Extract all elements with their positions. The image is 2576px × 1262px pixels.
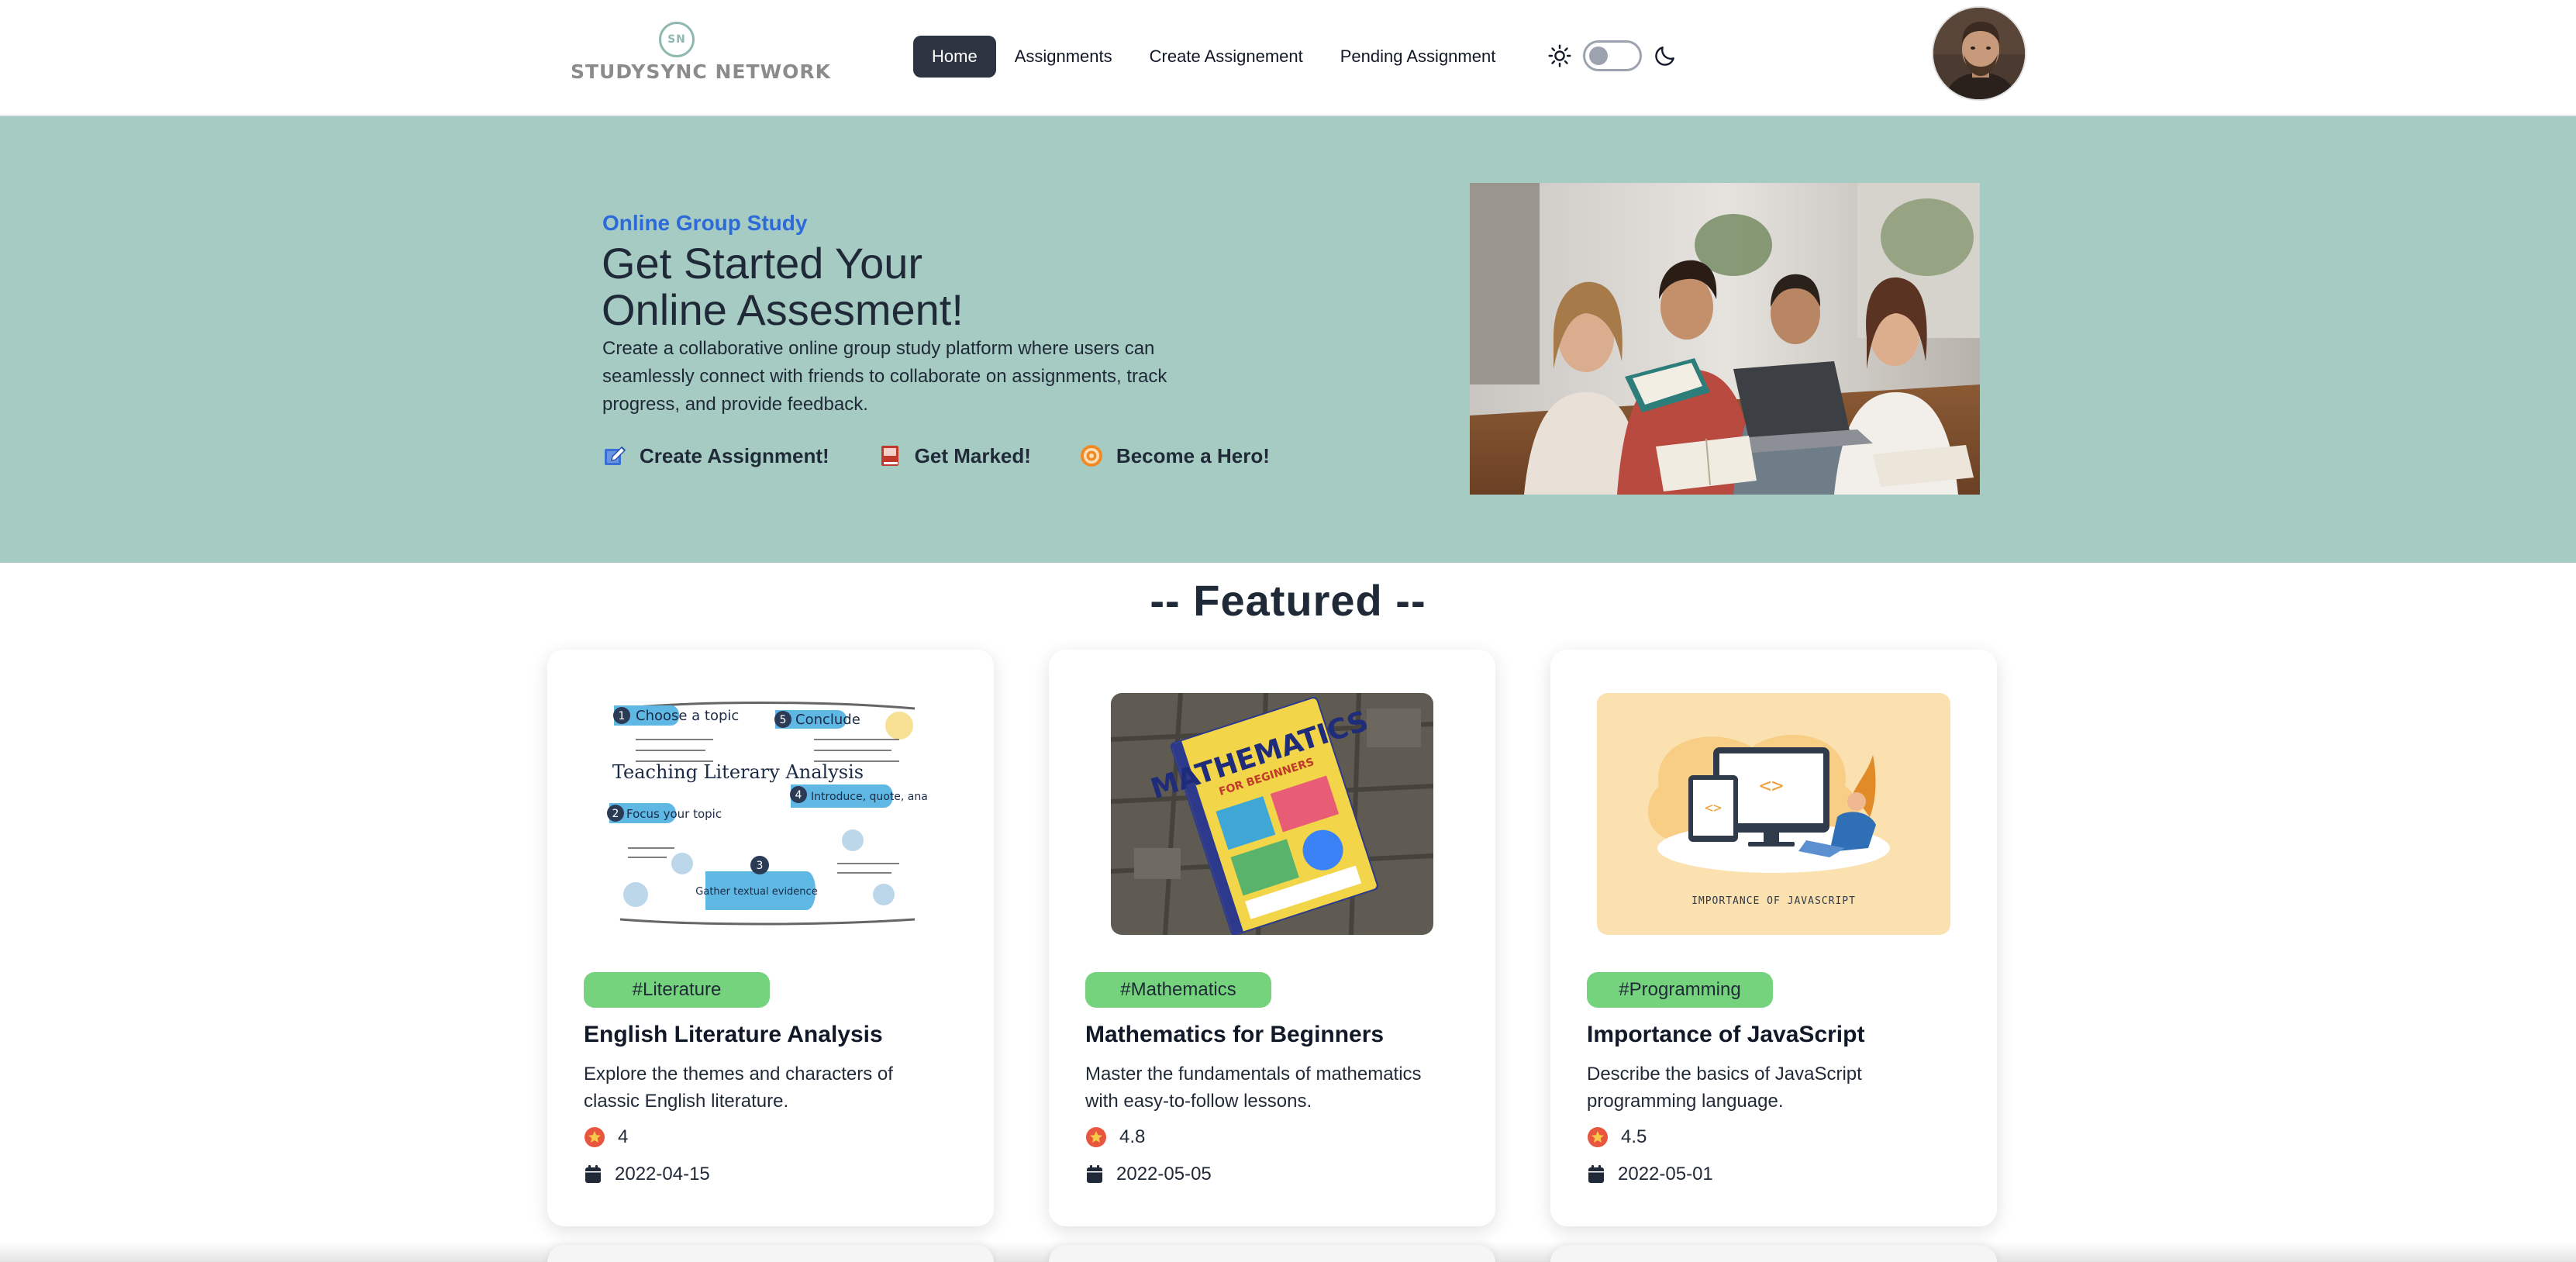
card-tag[interactable]: #Programming bbox=[1587, 972, 1773, 1008]
logo-text: STUDYSYNC NETWORK bbox=[571, 60, 831, 83]
logo-mark: SN bbox=[659, 22, 695, 57]
card-title[interactable]: Mathematics for Beginners bbox=[1085, 1022, 1473, 1048]
svg-text:<>: <> bbox=[1759, 774, 1783, 798]
hero-eyebrow: Online Group Study bbox=[602, 211, 808, 235]
next-card-peek bbox=[1049, 1245, 1495, 1262]
featured-card-programming[interactable]: <> <> IMPORTANCE OF JAVASCRIPT #Programm… bbox=[1550, 650, 1997, 1226]
card-date: 2022-05-01 bbox=[1587, 1163, 1713, 1186]
edit-note-icon bbox=[605, 447, 626, 465]
hero-group-study-photo bbox=[1470, 183, 1980, 495]
featured-card-mathematics[interactable]: MATHEMATICS FOR BEGINNERS #Mathematics M… bbox=[1049, 650, 1495, 1226]
card-tag[interactable]: #Literature bbox=[584, 972, 770, 1008]
js-caption: IMPORTANCE OF JAVASCRIPT bbox=[1691, 895, 1856, 907]
card-image-programming: <> <> IMPORTANCE OF JAVASCRIPT bbox=[1597, 693, 1950, 935]
card-tag[interactable]: #Mathematics bbox=[1085, 972, 1271, 1008]
star-badge-icon bbox=[1086, 1127, 1106, 1147]
hero-action-create-assignment[interactable]: Create Assignment! bbox=[602, 443, 829, 468]
hero-actions: Create Assignment! Get Marked! Become a … bbox=[602, 440, 1318, 471]
featured-heading: -- Featured -- bbox=[1150, 576, 1426, 625]
avatar-image bbox=[1933, 8, 2025, 99]
user-avatar[interactable] bbox=[1932, 6, 2026, 101]
hero-description: Create a collaborative online group stud… bbox=[602, 338, 1167, 415]
literature-label: Introduce, quote, analyze bbox=[811, 791, 927, 803]
card-image-literature: 1 Choose a topic 5 Conclude 2 Focus your… bbox=[605, 693, 927, 935]
calendar-icon bbox=[1588, 1165, 1604, 1183]
svg-text:1: 1 bbox=[619, 710, 626, 722]
hero-action-label: Create Assignment! bbox=[640, 443, 829, 467]
card-rating-value: 4.8 bbox=[1119, 1126, 1146, 1147]
hero-action-label: Get Marked! bbox=[914, 443, 1031, 467]
sun-icon bbox=[1548, 44, 1571, 67]
book-icon bbox=[881, 446, 898, 466]
svg-text:2: 2 bbox=[612, 808, 619, 820]
card-date: 2022-05-05 bbox=[1085, 1163, 1212, 1186]
card-title[interactable]: English Literature Analysis bbox=[584, 1022, 971, 1048]
main-nav: Home Assignments Create Assignement Pend… bbox=[913, 36, 1514, 78]
literature-label: Conclude bbox=[795, 712, 860, 728]
featured-card-literature[interactable]: 1 Choose a topic 5 Conclude 2 Focus your… bbox=[547, 650, 994, 1226]
navbar: SN STUDYSYNC NETWORK Home Assignments Cr… bbox=[0, 0, 2576, 116]
hero-title-line-1: Get Started Your bbox=[602, 239, 923, 288]
svg-text:4: 4 bbox=[795, 789, 802, 802]
calendar-icon bbox=[1087, 1165, 1102, 1183]
hero-action-label: Become a Hero! bbox=[1116, 443, 1270, 467]
nav-item-home[interactable]: Home bbox=[913, 36, 996, 78]
literature-label: Teaching Literary Analysis bbox=[612, 761, 864, 783]
nav-item-create-assignment[interactable]: Create Assignement bbox=[1131, 36, 1322, 78]
card-rating: 4 bbox=[584, 1126, 628, 1149]
theme-switch[interactable] bbox=[1583, 40, 1642, 71]
literature-label: Choose a topic bbox=[636, 708, 739, 724]
target-icon bbox=[1080, 445, 1102, 467]
card-rating-value: 4 bbox=[618, 1126, 629, 1147]
card-rating-value: 4.5 bbox=[1621, 1126, 1647, 1147]
nav-item-pending-assignment[interactable]: Pending Assignment bbox=[1322, 36, 1515, 78]
card-date-value: 2022-05-01 bbox=[1618, 1164, 1713, 1184]
card-description: Master the fundamentals of mathematics w… bbox=[1085, 1064, 1422, 1112]
card-image-mathematics: MATHEMATICS FOR BEGINNERS bbox=[1111, 693, 1433, 935]
next-card-peek bbox=[1550, 1245, 1997, 1262]
card-rating: 4.8 bbox=[1085, 1126, 1145, 1149]
card-date-value: 2022-04-15 bbox=[615, 1164, 710, 1184]
calendar-icon bbox=[585, 1165, 601, 1183]
hero-title-line-2: Online Assesment! bbox=[602, 285, 964, 334]
site-logo[interactable]: SN STUDYSYNC NETWORK bbox=[571, 22, 831, 87]
star-badge-icon bbox=[585, 1127, 605, 1147]
card-rating: 4.5 bbox=[1587, 1126, 1647, 1149]
literature-label: Gather textual evidence bbox=[695, 886, 817, 898]
moon-icon bbox=[1655, 47, 1674, 66]
card-date: 2022-04-15 bbox=[584, 1163, 710, 1186]
hero-action-get-marked[interactable]: Get Marked! bbox=[878, 443, 1031, 468]
svg-text:3: 3 bbox=[757, 860, 764, 872]
literature-label: Focus your topic bbox=[626, 807, 722, 821]
nav-item-assignments[interactable]: Assignments bbox=[996, 36, 1131, 78]
svg-text:5: 5 bbox=[780, 714, 787, 726]
card-description: Describe the basics of JavaScript progra… bbox=[1587, 1064, 1862, 1112]
theme-toggle bbox=[1547, 39, 1678, 73]
hero-action-become-hero[interactable]: Become a Hero! bbox=[1079, 443, 1270, 468]
card-date-value: 2022-05-05 bbox=[1116, 1164, 1212, 1184]
next-card-peek bbox=[547, 1245, 994, 1262]
theme-switch-knob bbox=[1589, 47, 1608, 65]
hero-section: Online Group Study Get Started Your Onli… bbox=[0, 116, 2576, 563]
hero-title: Get Started Your Online Assesment! bbox=[602, 240, 1222, 333]
card-description: Explore the themes and characters of cla… bbox=[584, 1064, 893, 1112]
star-badge-icon bbox=[1588, 1127, 1608, 1147]
card-title[interactable]: Importance of JavaScript bbox=[1587, 1022, 1974, 1048]
